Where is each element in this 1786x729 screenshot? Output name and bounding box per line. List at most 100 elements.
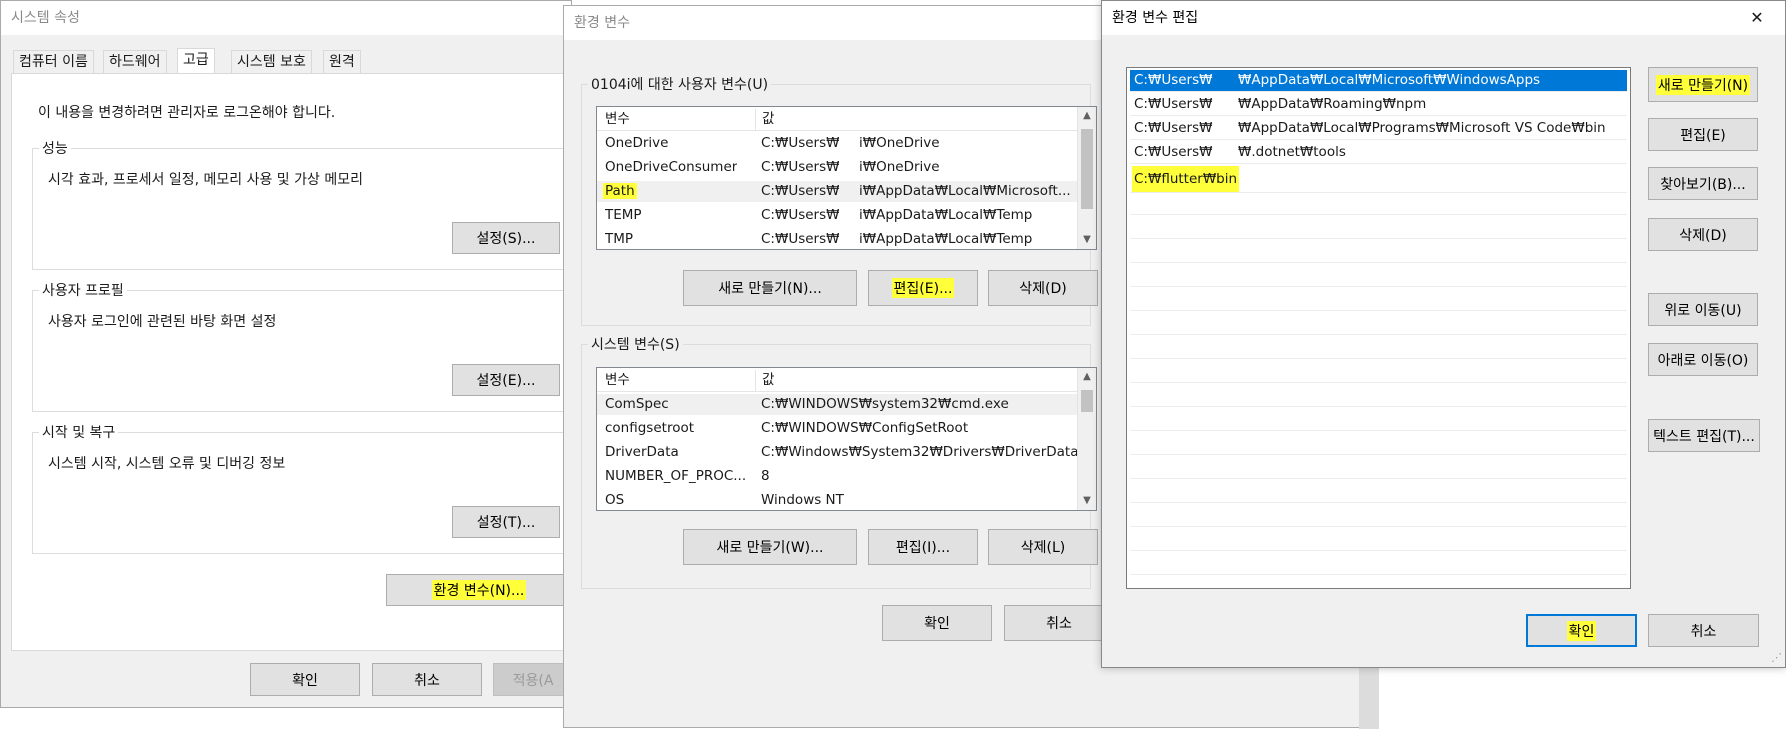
user-profile-settings-button[interactable]: 설정(E)... xyxy=(452,364,560,396)
row-value-a: C:₩Users₩ xyxy=(761,135,840,151)
environment-variables-button[interactable]: 환경 변수(N)... xyxy=(386,574,572,606)
list-item-empty[interactable] xyxy=(1130,481,1627,503)
scroll-down-icon[interactable]: ▼ xyxy=(1080,233,1094,247)
list-item-empty[interactable] xyxy=(1130,265,1627,287)
entry-part-b: ₩AppData₩Local₩Microsoft₩WindowsApps xyxy=(1238,72,1541,88)
performance-settings-button[interactable]: 설정(S)... xyxy=(452,222,560,254)
table-row-path[interactable]: Path C:₩Users₩ i₩AppData₩Local₩Microsoft… xyxy=(597,181,1078,202)
row-name: TEMP xyxy=(605,207,642,223)
ok-button[interactable]: 확인 xyxy=(1526,614,1637,647)
list-item-empty[interactable] xyxy=(1130,529,1627,551)
table-row[interactable]: configsetroot C:₩WINDOWS₩ConfigSetRoot xyxy=(597,418,1078,439)
user-variables-label: 0104i에 대한 사용자 변수(U) xyxy=(588,74,772,94)
scroll-down-icon[interactable]: ▼ xyxy=(1080,494,1094,508)
ok-button[interactable]: 확인 xyxy=(882,605,992,641)
scroll-thumb[interactable] xyxy=(1081,129,1093,209)
list-item[interactable]: C:₩Users₩ ₩AppData₩Roaming₩npm xyxy=(1130,94,1627,116)
list-item-empty[interactable] xyxy=(1130,241,1627,263)
row-name: OS xyxy=(605,492,625,508)
apply-button[interactable]: 적용(A xyxy=(493,663,573,696)
table-row[interactable]: TEMP C:₩Users₩ i₩AppData₩Local₩Temp xyxy=(597,205,1078,226)
list-item-empty[interactable] xyxy=(1130,289,1627,311)
list-item-selected[interactable]: C:₩Users₩ ₩AppData₩Local₩Microsoft₩Windo… xyxy=(1130,70,1627,92)
table-row[interactable]: DriverData C:₩Windows₩System32₩Drivers₩D… xyxy=(597,442,1079,463)
ok-button[interactable]: 확인 xyxy=(250,663,360,696)
scroll-thumb[interactable] xyxy=(1081,390,1093,412)
move-up-button[interactable]: 위로 이동(U) xyxy=(1648,293,1758,326)
system-delete-button[interactable]: 삭제(L) xyxy=(988,529,1098,565)
list-header: 변수 값 xyxy=(597,370,1078,392)
list-item-empty[interactable] xyxy=(1130,193,1627,215)
resize-grip-icon[interactable]: ⋰ xyxy=(1768,651,1782,665)
table-row[interactable]: OS Windows NT xyxy=(597,490,1078,510)
tab-computer-name[interactable]: 컴퓨터 이름 xyxy=(13,50,94,74)
edit-text-button[interactable]: 텍스트 편집(T)... xyxy=(1648,419,1760,452)
system-properties-window: 시스템 속성 컴퓨터 이름 하드웨어 고급 시스템 보호 원격 이 내용을 변경… xyxy=(0,0,577,708)
system-new-button[interactable]: 새로 만들기(W)... xyxy=(683,529,857,565)
table-row[interactable]: TMP C:₩Users₩ i₩AppData₩Local₩Temp xyxy=(597,229,1078,249)
system-list-scrollbar[interactable]: ▲ ▼ xyxy=(1077,368,1096,510)
cancel-button[interactable]: 취소 xyxy=(1648,614,1759,647)
row-value-a: C:₩Users₩ xyxy=(761,207,840,223)
table-row[interactable]: NUMBER_OF_PROC... 8 xyxy=(597,466,1078,487)
ok-button-label: 확인 xyxy=(1566,620,1597,641)
row-value: C:₩WINDOWS₩system32₩cmd.exe xyxy=(761,396,1009,412)
browse-button[interactable]: 찾아보기(B)... xyxy=(1648,167,1758,200)
edit-button[interactable]: 편집(E) xyxy=(1648,118,1758,151)
column-value[interactable]: 값 xyxy=(755,370,1082,391)
cancel-button[interactable]: 취소 xyxy=(1004,605,1114,641)
tab-system-protection[interactable]: 시스템 보호 xyxy=(231,50,312,74)
path-entries-list[interactable]: C:₩Users₩ ₩AppData₩Local₩Microsoft₩Windo… xyxy=(1126,67,1631,589)
column-variable[interactable]: 변수 xyxy=(605,370,745,391)
list-item-empty[interactable] xyxy=(1130,385,1627,407)
list-item-flutter[interactable]: C:₩flutter₩bin xyxy=(1130,166,1627,193)
new-button[interactable]: 새로 만들기(N) xyxy=(1648,67,1758,102)
list-item[interactable]: C:₩Users₩ ₩.dotnet₩tools xyxy=(1130,142,1627,164)
tab-advanced[interactable]: 고급 xyxy=(177,48,215,74)
row-value: C:₩WINDOWS₩ConfigSetRoot xyxy=(761,420,969,436)
list-item[interactable]: C:₩Users₩ ₩AppData₩Local₩Programs₩Micros… xyxy=(1130,118,1627,140)
system-variables-list[interactable]: 변수 값 ComSpec C:₩WINDOWS₩system32₩cmd.exe… xyxy=(596,367,1097,511)
system-edit-button[interactable]: 편집(I)... xyxy=(868,529,978,565)
admin-note: 이 내용을 변경하려면 관리자로 로그온해야 합니다. xyxy=(38,105,336,121)
table-row[interactable]: OneDrive C:₩Users₩ i₩OneDrive xyxy=(597,133,1078,154)
list-item-empty[interactable] xyxy=(1130,433,1627,455)
user-profile-desc: 사용자 로그인에 관련된 바탕 화면 설정 xyxy=(48,314,277,330)
table-row[interactable]: OneDriveConsumer C:₩Users₩ i₩OneDrive xyxy=(597,157,1078,178)
column-value[interactable]: 값 xyxy=(755,109,1082,130)
list-item-empty[interactable] xyxy=(1130,505,1627,527)
list-item-empty[interactable] xyxy=(1130,457,1627,479)
list-item-empty[interactable] xyxy=(1130,217,1627,239)
list-item-empty[interactable] xyxy=(1130,553,1627,575)
tab-hardware[interactable]: 하드웨어 xyxy=(103,50,167,74)
cancel-button[interactable]: 취소 xyxy=(372,663,482,696)
startup-recovery-settings-button[interactable]: 설정(T)... xyxy=(452,506,560,538)
user-delete-button[interactable]: 삭제(D) xyxy=(988,270,1098,306)
row-value: 8 xyxy=(761,468,770,484)
table-row[interactable]: ComSpec C:₩WINDOWS₩system32₩cmd.exe xyxy=(597,394,1078,415)
row-value-b: i₩AppData₩Local₩Microsoft... xyxy=(859,183,1071,199)
system-variables-label: 시스템 변수(S) xyxy=(588,334,683,354)
user-list-scrollbar[interactable]: ▲ ▼ xyxy=(1077,107,1096,249)
list-item-empty[interactable] xyxy=(1130,313,1627,335)
startup-recovery-group: 시작 및 복구 시스템 시작, 시스템 오류 및 디버깅 정보 설정(T)... xyxy=(32,422,577,554)
list-item-empty[interactable] xyxy=(1130,337,1627,359)
user-variables-list[interactable]: 변수 값 OneDrive C:₩Users₩ i₩OneDrive OneDr… xyxy=(596,106,1097,250)
user-new-button[interactable]: 새로 만들기(N)... xyxy=(683,270,857,306)
scroll-up-icon[interactable]: ▲ xyxy=(1080,370,1094,384)
user-edit-button[interactable]: 편집(E)... xyxy=(868,270,978,306)
delete-button[interactable]: 삭제(D) xyxy=(1648,218,1758,251)
list-item-empty[interactable] xyxy=(1130,361,1627,383)
row-value-b: i₩OneDrive xyxy=(859,159,940,175)
column-variable[interactable]: 변수 xyxy=(605,109,745,130)
list-item-empty[interactable] xyxy=(1130,409,1627,431)
row-value-b: i₩OneDrive xyxy=(859,135,940,151)
window-title: 시스템 속성 xyxy=(1,1,571,35)
user-profile-label: 사용자 프로필 xyxy=(39,280,127,300)
dialog-title: 환경 변수 편집 xyxy=(1102,1,1785,35)
row-name: configsetroot xyxy=(605,420,695,436)
scroll-up-icon[interactable]: ▲ xyxy=(1080,109,1094,123)
close-icon[interactable]: ✕ xyxy=(1742,5,1772,31)
tab-remote[interactable]: 원격 xyxy=(323,50,361,74)
move-down-button[interactable]: 아래로 이동(O) xyxy=(1648,343,1758,376)
